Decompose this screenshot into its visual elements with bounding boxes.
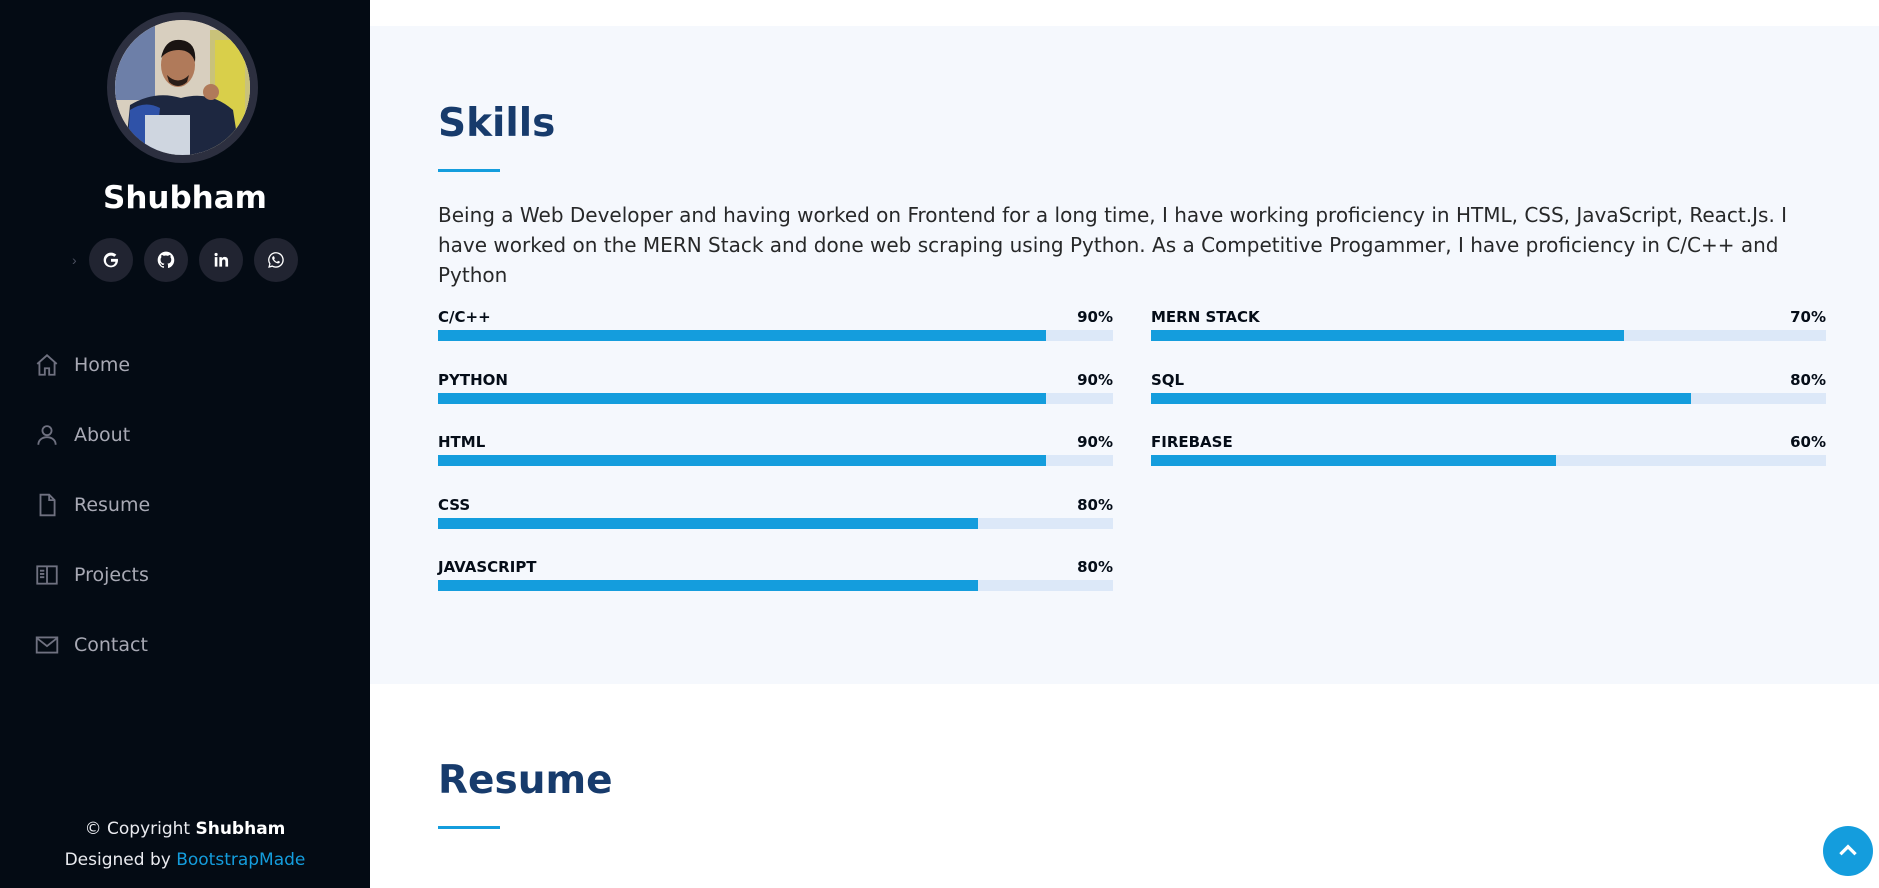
sidebar-footer: © Copyright Shubham Designed by Bootstra…	[0, 814, 370, 876]
nav-item-label: Resume	[74, 494, 151, 516]
skill-item: C/C++ 90%	[438, 308, 1113, 352]
skill-progress-track	[438, 517, 1113, 529]
copyright-name: Shubham	[195, 819, 286, 839]
person-icon	[37, 425, 57, 445]
skills-title-underline	[438, 169, 500, 172]
skill-value: 90%	[1077, 308, 1113, 326]
skill-label: FIREBASE	[1151, 433, 1233, 451]
skill-progress-track	[438, 455, 1113, 466]
bootstrapmade-link[interactable]: BootstrapMade	[176, 850, 305, 870]
nav-item-contact[interactable]: Contact	[0, 610, 370, 680]
whatsapp-icon	[268, 252, 284, 268]
resume-title-underline	[438, 826, 500, 829]
nav-item-label: Contact	[74, 634, 148, 656]
skill-progress-track	[438, 330, 1113, 341]
skill-progress-fill	[438, 580, 978, 591]
back-to-top-button[interactable]	[1823, 826, 1873, 876]
skill-label: MERN STACK	[1151, 308, 1260, 326]
resume-title: Resume	[438, 758, 613, 803]
github-link[interactable]	[144, 238, 188, 282]
google-icon	[103, 252, 118, 268]
skill-item: JAVASCRIPT 80%	[438, 558, 1113, 602]
skill-progress-track	[438, 392, 1113, 404]
skill-progress-track	[438, 580, 1113, 591]
skill-label: CSS	[438, 495, 471, 514]
skill-progress-track	[1151, 330, 1826, 341]
whatsapp-link[interactable]	[254, 238, 298, 282]
skills-title: Skills	[438, 101, 556, 146]
skill-value: 80%	[1077, 495, 1113, 514]
skill-label: JAVASCRIPT	[438, 558, 537, 576]
skills-section: Skills Being a Web Developer and having …	[370, 26, 1879, 684]
skill-progress-fill	[438, 392, 1046, 404]
skill-progress-fill	[1151, 455, 1556, 466]
linkedin-link[interactable]	[199, 238, 243, 282]
skill-label: C/C++	[438, 308, 491, 326]
github-icon	[157, 251, 175, 269]
skill-value: 70%	[1790, 308, 1826, 326]
skill-value: 80%	[1077, 558, 1113, 576]
skill-item: FIREBASE 60%	[1151, 433, 1826, 477]
chevron-right-icon: ›	[72, 252, 77, 268]
copyright: © Copyright Shubham	[84, 819, 286, 839]
skill-value: 90%	[1077, 370, 1113, 389]
main-content: Skills Being a Web Developer and having …	[370, 0, 1879, 888]
skill-progress-fill	[438, 517, 978, 529]
skill-label: PYTHON	[438, 370, 508, 389]
skill-label: HTML	[438, 433, 486, 451]
sidebar: Shubham › Home About Resume Projects Con…	[0, 0, 370, 888]
linkedin-icon	[214, 252, 229, 267]
social-links: ›	[0, 238, 370, 282]
nav-item-home[interactable]: Home	[0, 330, 370, 400]
credits: Designed by BootstrapMade	[64, 850, 306, 870]
skills-description: Being a Web Developer and having worked …	[438, 203, 1788, 287]
nav-item-label: Projects	[74, 564, 149, 586]
profile-name: Shubham	[103, 180, 267, 216]
skill-progress-fill	[438, 455, 1046, 466]
nav-item-label: About	[74, 424, 131, 446]
skill-item: SQL 80%	[1151, 371, 1826, 415]
nav-item-resume[interactable]: Resume	[0, 470, 370, 540]
book-icon	[36, 565, 58, 585]
skill-item: MERN STACK 70%	[1151, 308, 1826, 352]
skill-progress-fill	[1151, 392, 1691, 404]
file-icon	[39, 493, 56, 517]
skill-item: HTML 90%	[438, 433, 1113, 477]
skill-progress-fill	[438, 330, 1046, 341]
skill-item: PYTHON 90%	[438, 371, 1113, 415]
chevron-up-icon	[1839, 844, 1857, 856]
skill-item: CSS 80%	[438, 496, 1113, 540]
skill-progress-fill	[1151, 330, 1624, 341]
nav-item-about[interactable]: About	[0, 400, 370, 470]
sidebar-nav: Home About Resume Projects Contact	[0, 330, 370, 680]
nav-item-projects[interactable]: Projects	[0, 540, 370, 610]
skill-value: 90%	[1077, 433, 1113, 451]
skill-value: 60%	[1790, 433, 1826, 451]
skill-progress-track	[1151, 455, 1826, 466]
skill-value: 80%	[1790, 370, 1826, 389]
google-link[interactable]	[89, 238, 133, 282]
nav-item-label: Home	[74, 354, 131, 376]
profile-avatar	[107, 12, 258, 163]
skill-progress-track	[1151, 392, 1826, 404]
envelope-icon	[35, 636, 59, 654]
home-icon	[36, 354, 58, 376]
skill-label: SQL	[1151, 370, 1185, 389]
